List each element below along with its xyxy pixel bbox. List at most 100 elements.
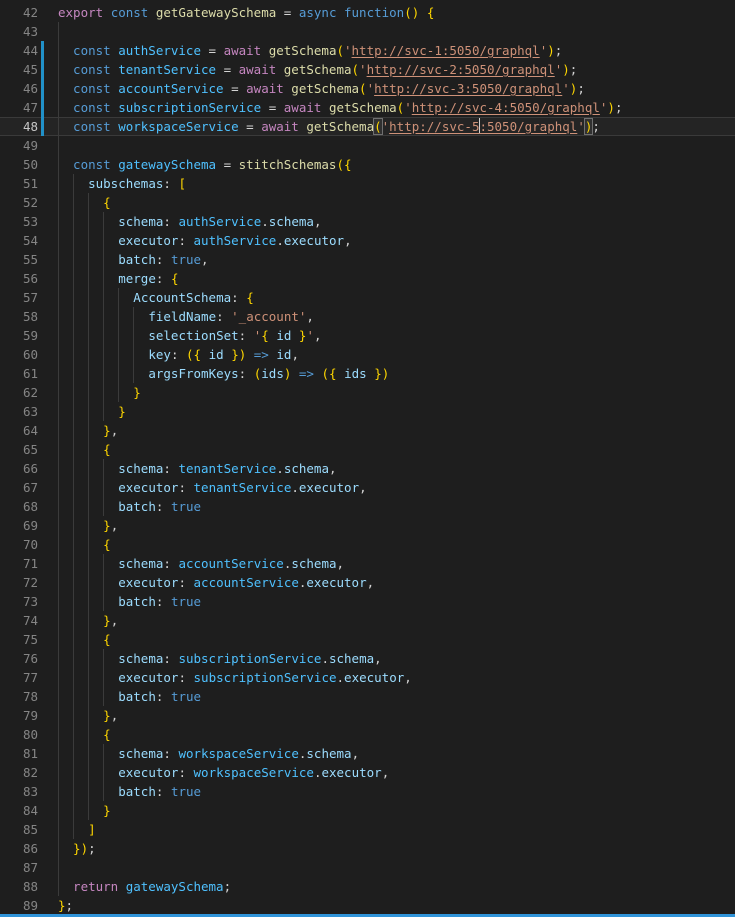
line-number[interactable]: 89	[0, 896, 38, 915]
code-line[interactable]: 59selectionSet: '{ id }',	[0, 326, 735, 345]
line-number[interactable]: 42	[0, 3, 38, 22]
line-number[interactable]: 67	[0, 478, 38, 497]
line-number[interactable]: 61	[0, 364, 38, 383]
code-line[interactable]: 50const gatewaySchema = stitchSchemas({	[0, 155, 735, 174]
line-number[interactable]: 62	[0, 383, 38, 402]
line-number[interactable]: 59	[0, 326, 38, 345]
line-number[interactable]: 71	[0, 554, 38, 573]
line-number[interactable]: 76	[0, 649, 38, 668]
code-line[interactable]: 65{	[0, 440, 735, 459]
line-number[interactable]: 54	[0, 231, 38, 250]
code-text: schema: accountService.schema,	[58, 554, 735, 573]
code-line[interactable]: 67executor: tenantService.executor,	[0, 478, 735, 497]
code-line[interactable]: 56merge: {	[0, 269, 735, 288]
code-line[interactable]: 75{	[0, 630, 735, 649]
line-number[interactable]: 84	[0, 801, 38, 820]
line-number[interactable]: 48	[0, 117, 38, 136]
line-number[interactable]: 45	[0, 60, 38, 79]
code-line[interactable]: 53schema: authService.schema,	[0, 212, 735, 231]
code-line[interactable]: 45const tenantService = await getSchema(…	[0, 60, 735, 79]
code-line[interactable]: 69},	[0, 516, 735, 535]
code-line[interactable]: 57AccountSchema: {	[0, 288, 735, 307]
code-line[interactable]: 79},	[0, 706, 735, 725]
code-line[interactable]: 54executor: authService.executor,	[0, 231, 735, 250]
code-line[interactable]: 44const authService = await getSchema('h…	[0, 41, 735, 60]
code-line[interactable]: 73batch: true	[0, 592, 735, 611]
code-line[interactable]: 42export const getGatewaySchema = async …	[0, 3, 735, 22]
line-number[interactable]: 50	[0, 155, 38, 174]
code-line[interactable]: 52{	[0, 193, 735, 212]
line-number[interactable]: 66	[0, 459, 38, 478]
line-number[interactable]: 69	[0, 516, 38, 535]
code-line[interactable]: 80{	[0, 725, 735, 744]
code-line[interactable]: 88return gatewaySchema;	[0, 877, 735, 896]
code-line[interactable]: 55batch: true,	[0, 250, 735, 269]
code-text: }	[58, 383, 735, 402]
code-line[interactable]: 81schema: workspaceService.schema,	[0, 744, 735, 763]
code-line[interactable]: 84}	[0, 801, 735, 820]
code-line[interactable]: 63}	[0, 402, 735, 421]
code-line[interactable]: 87	[0, 858, 735, 877]
code-line[interactable]: 58fieldName: '_account',	[0, 307, 735, 326]
code-line[interactable]: 72executor: accountService.executor,	[0, 573, 735, 592]
line-number[interactable]: 52	[0, 193, 38, 212]
code-line[interactable]: 89};	[0, 896, 735, 915]
line-number[interactable]: 49	[0, 136, 38, 155]
line-number[interactable]: 72	[0, 573, 38, 592]
line-number[interactable]: 65	[0, 440, 38, 459]
line-number[interactable]: 79	[0, 706, 38, 725]
line-number[interactable]: 77	[0, 668, 38, 687]
code-line[interactable]: 76schema: subscriptionService.schema,	[0, 649, 735, 668]
line-number[interactable]: 86	[0, 839, 38, 858]
code-line[interactable]: 85]	[0, 820, 735, 839]
line-number[interactable]: 81	[0, 744, 38, 763]
line-number[interactable]: 47	[0, 98, 38, 117]
line-number[interactable]: 64	[0, 421, 38, 440]
code-line[interactable]: 64},	[0, 421, 735, 440]
line-number[interactable]: 75	[0, 630, 38, 649]
code-line[interactable]: 66schema: tenantService.schema,	[0, 459, 735, 478]
code-line[interactable]: 78batch: true	[0, 687, 735, 706]
line-number[interactable]: 80	[0, 725, 38, 744]
code-line[interactable]: 61 argsFromKeys: (ids) => ({ ids })	[0, 364, 735, 383]
line-number[interactable]: 88	[0, 877, 38, 896]
line-number[interactable]: 63	[0, 402, 38, 421]
line-number[interactable]: 60	[0, 345, 38, 364]
code-line[interactable]: 51subschemas: [	[0, 174, 735, 193]
line-number[interactable]: 83	[0, 782, 38, 801]
line-number[interactable]: 56	[0, 269, 38, 288]
code-line[interactable]: 47const subscriptionService = await getS…	[0, 98, 735, 117]
line-number[interactable]: 43	[0, 22, 38, 41]
line-number[interactable]: 68	[0, 497, 38, 516]
line-number[interactable]: 57	[0, 288, 38, 307]
code-line[interactable]: 70{	[0, 535, 735, 554]
code-line[interactable]: 68batch: true	[0, 497, 735, 516]
code-text: argsFromKeys: (ids) => ({ ids })	[58, 364, 735, 383]
code-line[interactable]: 43	[0, 22, 735, 41]
line-number[interactable]: 46	[0, 79, 38, 98]
line-number[interactable]: 53	[0, 212, 38, 231]
code-line[interactable]: 86});	[0, 839, 735, 858]
code-line[interactable]: 71 schema: accountService.schema,	[0, 554, 735, 573]
line-number[interactable]: 55	[0, 250, 38, 269]
line-number[interactable]: 58	[0, 307, 38, 326]
line-number[interactable]: 74	[0, 611, 38, 630]
line-number[interactable]: 44	[0, 41, 38, 60]
code-line[interactable]: 62}	[0, 383, 735, 402]
line-number[interactable]: 87	[0, 858, 38, 877]
line-number[interactable]: 73	[0, 592, 38, 611]
code-line[interactable]: 48const workspaceService = await getSche…	[0, 117, 735, 136]
indent-guide	[58, 136, 59, 155]
code-line[interactable]: 60key: ({ id }) => id,	[0, 345, 735, 364]
line-number[interactable]: 51	[0, 174, 38, 193]
code-line[interactable]: 49	[0, 136, 735, 155]
line-number[interactable]: 78	[0, 687, 38, 706]
line-number[interactable]: 70	[0, 535, 38, 554]
code-line[interactable]: 83batch: true	[0, 782, 735, 801]
code-line[interactable]: 77executor: subscriptionService.executor…	[0, 668, 735, 687]
code-line[interactable]: 46const accountService = await getSchema…	[0, 79, 735, 98]
code-line[interactable]: 74},	[0, 611, 735, 630]
code-line[interactable]: 82executor: workspaceService.executor,	[0, 763, 735, 782]
line-number[interactable]: 82	[0, 763, 38, 782]
line-number[interactable]: 85	[0, 820, 38, 839]
